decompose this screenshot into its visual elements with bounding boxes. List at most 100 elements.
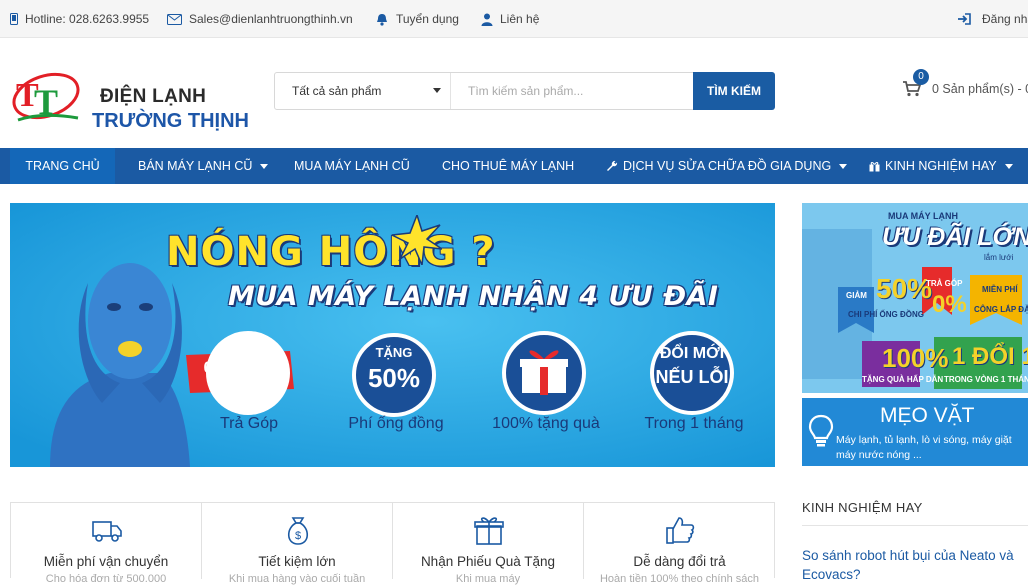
- nav-buy-used-ac[interactable]: MUA MÁY LẠNH CŨ: [294, 148, 410, 184]
- hotline[interactable]: Hotline: 028.6263.9955: [10, 12, 149, 26]
- caret-down-icon: [1004, 163, 1013, 169]
- offer-installment-badge: 0%-0.5%: [203, 358, 273, 377]
- feature-big-savings[interactable]: $ Tiết kiệm lớn Khi mua hàng vào cuối tu…: [202, 503, 393, 585]
- nav-home-label: TRANG CHỦ: [25, 159, 100, 173]
- nav-sell-used-ac[interactable]: BÁN MÁY LẠNH CŨ: [138, 148, 269, 184]
- contact-link[interactable]: Liên hệ: [481, 12, 539, 26]
- nav-rent-ac-label: CHO THUÊ MÁY LẠNH: [442, 159, 575, 173]
- tag-discount-foot: CHI PHÍ ỐNG ĐỒNG: [848, 310, 925, 319]
- features-strip: Miễn phí vận chuyển Cho hóa đơn từ 500.0…: [10, 502, 775, 585]
- offer-copper-pipe-top: TẶNG: [375, 345, 413, 360]
- tips-text-1: Máy lạnh, tủ lạnh, lò vi sóng, máy giặt: [836, 434, 1012, 446]
- side-banner-sub: lắm lưới: [984, 253, 1014, 262]
- tag-exchange-big: 1 ĐỔI 1: [952, 343, 1028, 370]
- tag-installment-head: TRẢ GÓP: [926, 279, 963, 288]
- chevron-down-icon: [433, 88, 441, 93]
- offer-exchange-badge: NẾU LỖI: [655, 367, 729, 387]
- tag-installment-big: 0%: [932, 291, 967, 318]
- nav-repair-service[interactable]: DỊCH VỤ SỬA CHỮA ĐỒ GIA DỤNG: [606, 148, 848, 184]
- tag-discount-head: GIẢM: [846, 291, 867, 300]
- tag-discount-big: 50%: [876, 273, 933, 304]
- category-select[interactable]: Tất cả sản phẩm: [275, 73, 451, 109]
- offer-gift-caption: 100% tặng quà: [492, 415, 600, 432]
- recruit-text: Tuyển dụng: [396, 12, 459, 26]
- banner-subhead: MUA MÁY LẠNH NHẬN 4 ƯU ĐÃI: [228, 281, 719, 312]
- feature-gift-voucher-sub: Khi mua máy: [455, 573, 521, 585]
- side-banner-top: MUA MÁY LẠNH: [888, 211, 958, 221]
- user-icon: [481, 13, 493, 26]
- promo-banner[interactable]: NÓNG HÔNG ? MUA MÁY LẠNH NHẬN 4 ƯU ĐÃI 0…: [10, 203, 775, 467]
- tips-banner[interactable]: MẸO VẶT Máy lạnh, tủ lạnh, lò vi sóng, m…: [802, 398, 1028, 466]
- offer-copper-pipe-caption: Phí ống đồng: [348, 415, 444, 432]
- thumbs-up-icon: [666, 517, 695, 544]
- sign-in-icon: [958, 13, 971, 25]
- hotline-text: Hotline: 028.6263.9955: [25, 12, 150, 26]
- caret-down-icon: [260, 163, 269, 169]
- lightbulb-icon: [808, 414, 834, 447]
- article-title-line-1: So sánh robot hút bụi của Neato và: [802, 548, 1014, 563]
- bell-icon: [377, 13, 387, 26]
- article-title-line-2: Ecovacs?: [802, 567, 861, 582]
- gift-icon: [869, 161, 880, 172]
- gift-box-icon: [520, 350, 568, 395]
- cart-label: 0 Sản phẩm(s) - 0: [932, 82, 1028, 96]
- feature-gift-voucher[interactable]: Nhận Phiếu Quà Tặng Khi mua máy: [393, 503, 584, 585]
- search-input[interactable]: [453, 74, 691, 108]
- caret-down-icon: [839, 163, 848, 169]
- offer-exchange-caption: Trong 1 tháng: [644, 415, 744, 432]
- feature-easy-return-title: Dễ dàng đổi trả: [633, 554, 726, 569]
- contact-text: Liên hệ: [500, 12, 540, 26]
- truck-icon: [92, 521, 122, 542]
- feature-easy-return[interactable]: Dễ dàng đổi trả Hoàn tiền 100% theo chín…: [584, 503, 775, 585]
- search-bar: Tất cả sản phẩm TÌM KIẾM: [274, 72, 775, 110]
- search-button[interactable]: TÌM KIẾM: [693, 72, 775, 110]
- wrench-icon: [607, 160, 618, 171]
- experience-section: KINH NGHIỆM HAY So sánh robot hút bụi củ…: [802, 500, 1028, 582]
- offer-installment-caption: Trả Góp: [219, 415, 279, 432]
- side-banner-title: ƯU ĐÃI LỚN: [882, 223, 1028, 251]
- offer-exchange-top: ĐỔI MỚI: [659, 345, 725, 362]
- cart-summary[interactable]: 0 0 Sản phẩm(s) - 0: [903, 69, 1028, 104]
- feature-gift-voucher-title: Nhận Phiếu Quà Tặng: [420, 554, 556, 569]
- feature-free-shipping[interactable]: Miễn phí vận chuyển Cho hóa đơn từ 500.0…: [11, 503, 202, 585]
- main-nav: TRANG CHỦ BÁN MÁY LẠNH CŨ MUA MÁY LẠNH C…: [0, 148, 1028, 184]
- article-link[interactable]: So sánh robot hút bụi của Neato và Ecova…: [802, 546, 1028, 584]
- side-promo-banner[interactable]: MUA MÁY LẠNH ƯU ĐÃI LỚN lắm lưới GIẢM 50…: [802, 203, 1028, 393]
- logo-line-1: ĐIỆN LẠNH: [100, 86, 207, 107]
- nav-rent-ac[interactable]: CHO THUÊ MÁY LẠNH: [442, 148, 574, 184]
- email-text: Sales@dienlanhtruongthinh.vn: [189, 12, 353, 26]
- tag-exchange-foot: TRONG VÒNG 1 THÁNG: [944, 375, 1028, 384]
- login-text: Đăng nhậ: [982, 12, 1028, 26]
- feature-big-savings-sub: Khi mua hàng vào cuối tuần: [228, 573, 366, 585]
- offer-copper-pipe-badge: 50%: [367, 363, 421, 393]
- cart-count-badge: 0: [913, 69, 929, 85]
- header: T T ĐIỆN LẠNH TRƯỜNG THỊNH Tất cả sản ph…: [0, 38, 1028, 148]
- nav-buy-used-ac-label: MUA MÁY LẠNH CŨ: [294, 159, 410, 173]
- tag-gift-foot: TẶNG QUÀ HẤP DẪN: [862, 375, 944, 384]
- nav-repair-service-label: DỊCH VỤ SỬA CHỮA ĐỒ GIA DỤNG: [623, 159, 832, 173]
- tips-title: MẸO VẶT: [880, 404, 975, 427]
- burst-icon: [392, 215, 442, 265]
- envelope-icon: [167, 13, 182, 25]
- gift-icon: [474, 517, 504, 545]
- banner-headline: NÓNG HÔNG ?: [166, 229, 496, 275]
- nav-home[interactable]: TRANG CHỦ: [10, 148, 115, 184]
- site-logo[interactable]: T T ĐIỆN LẠNH TRƯỜNG THỊNH: [12, 56, 249, 132]
- divider: [802, 525, 1028, 526]
- tag-gift-big: 100%: [882, 343, 949, 373]
- recruit-link[interactable]: Tuyển dụng: [375, 12, 459, 26]
- svg-text:$: $: [295, 530, 301, 542]
- logo-mark-icon: T T: [12, 72, 80, 122]
- tag-free-install-foot: CÔNG LẮP ĐẶT: [974, 305, 1028, 314]
- nav-experience[interactable]: KINH NGHIỆM HAY: [869, 148, 1013, 184]
- feature-free-shipping-title: Miễn phí vận chuyển: [43, 554, 169, 569]
- email-link[interactable]: Sales@dienlanhtruongthinh.vn: [167, 12, 353, 26]
- feature-easy-return-sub: Hoàn tiền 100% theo chính sách: [599, 573, 759, 585]
- login-link[interactable]: Đăng nhậ: [957, 12, 1028, 26]
- experience-heading: KINH NGHIỆM HAY: [802, 500, 923, 515]
- nav-sell-used-ac-label: BÁN MÁY LẠNH CŨ: [138, 159, 253, 173]
- tag-free-install-head: MIỄN PHÍ: [982, 285, 1018, 294]
- top-bar: Hotline: 028.6263.9955 Sales@dienlanhtru…: [0, 0, 1028, 38]
- feature-free-shipping-sub: Cho hóa đơn từ 500.000: [45, 573, 167, 585]
- feature-big-savings-title: Tiết kiệm lớn: [258, 554, 336, 569]
